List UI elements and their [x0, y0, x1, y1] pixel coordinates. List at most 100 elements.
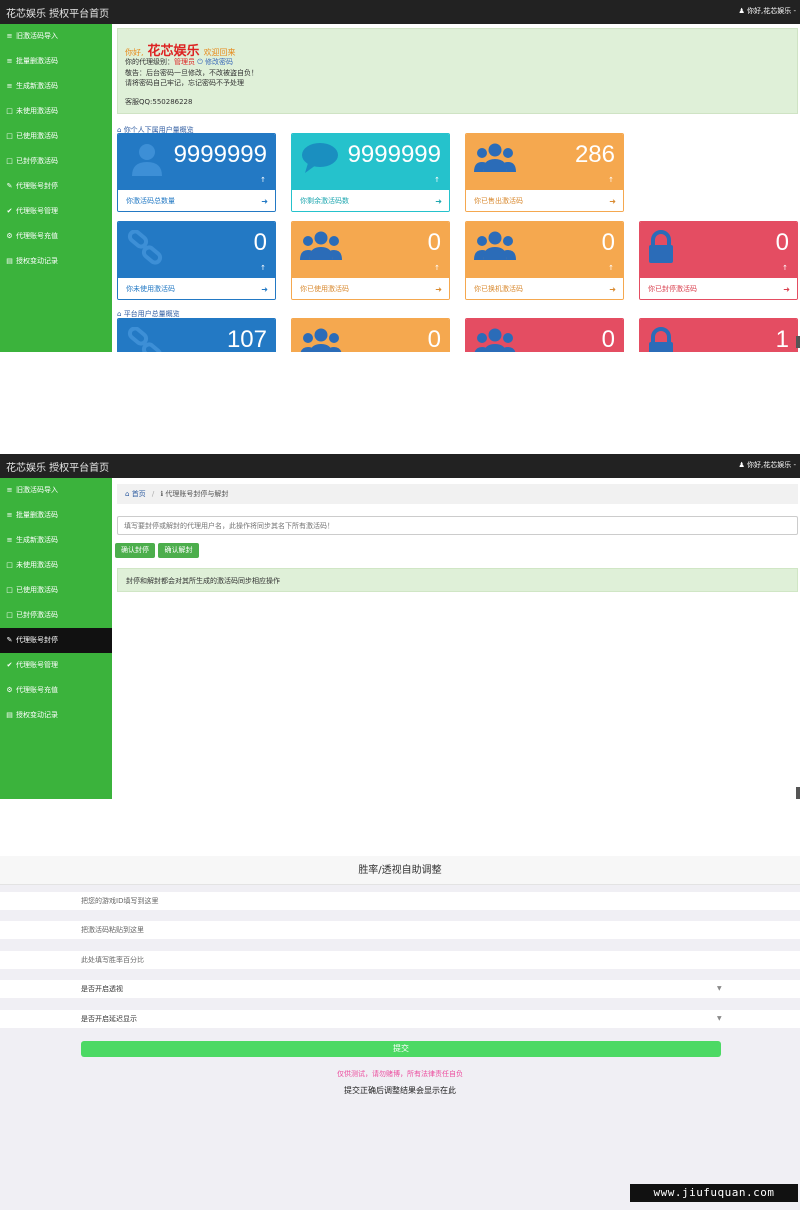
stat-value: 286 [574, 141, 615, 168]
scrollbar-thumb[interactable] [796, 787, 800, 799]
arrow-up-icon: ↑ [434, 264, 440, 272]
vision-select[interactable]: 是否开启透视 ▼ [0, 980, 800, 998]
list-icon: ≡ [6, 32, 13, 40]
list-icon: ≡ [6, 536, 13, 544]
user-menu[interactable]: ♟ 你好,花芯娱乐 - [739, 6, 797, 16]
sidebar-item[interactable]: ✎ 代理账号封停 [0, 174, 112, 199]
file-icon: □ [6, 107, 13, 115]
stat-tile-footer-link[interactable]: 你已使用激活码 ➜ [292, 278, 449, 299]
level-line: 你的代理级别：管理员 ⏻ 修改密码 [125, 58, 234, 66]
stat-label: 你激活码总数量 [126, 197, 175, 205]
stat-tile-footer-link[interactable]: 你已换机激活码 ➜ [466, 278, 623, 299]
lock-icon [648, 230, 674, 268]
confirm-ban-button[interactable]: 确认封停 [115, 543, 155, 558]
circle-arrow-right-icon: ➜ [261, 285, 268, 294]
sidebar-item[interactable]: ≡ 批量删激活码 [0, 503, 112, 528]
sidebar-item-label: 代理账号管理 [16, 661, 58, 669]
activation-code-input[interactable]: 把激活码粘贴到这里 [0, 921, 800, 939]
stat-tile-footer-link[interactable]: 你已售出激活码 ➜ [466, 190, 623, 211]
stat-tile-footer-link[interactable]: 你未使用激活码 ➜ [118, 278, 275, 299]
arrow-up-icon: ↑ [608, 176, 614, 184]
user-menu[interactable]: ♟ 你好,花芯娱乐 - [739, 460, 797, 470]
sidebar-item[interactable]: ✔ 代理账号管理 [0, 199, 112, 224]
comment-icon [300, 142, 340, 178]
sidebar-item[interactable]: ≡ 批量删激活码 [0, 49, 112, 74]
info-icon: ℹ [160, 490, 164, 498]
change-password-link[interactable]: ⏻ 修改密码 [197, 58, 233, 66]
home-icon: ⌂ [125, 490, 130, 498]
sidebar-item-label: 代理账号封停 [16, 636, 58, 644]
arrow-up-icon: ↑ [608, 264, 614, 272]
users-icon [300, 230, 342, 270]
sidebar-item[interactable]: ▤ 授权变动记录 [0, 703, 112, 728]
stat-tile-footer-link[interactable]: 你激活码总数量 ➜ [118, 190, 275, 211]
list-icon: ≡ [6, 82, 13, 90]
sidebar-item-label: 代理账号充值 [16, 686, 58, 694]
scrollbar-thumb[interactable] [796, 336, 800, 348]
stat-tile-footer-link[interactable]: 你剩余激活码数 ➜ [292, 190, 449, 211]
sidebar-item[interactable]: ▤ 授权变动记录 [0, 249, 112, 274]
sidebar-item[interactable]: □ 未使用激活码 [0, 99, 112, 124]
stat-value: 0 [601, 229, 615, 256]
sidebar-item-label: 未使用激活码 [16, 561, 58, 569]
submit-button[interactable]: 提交 [81, 1041, 721, 1057]
link-icon [126, 326, 166, 352]
confirm-unban-button[interactable]: 确认解封 [158, 543, 199, 558]
stat-tile: 9999999 ↑ 你激活码总数量 ➜ [117, 133, 276, 212]
check-icon: ✔ [6, 207, 13, 215]
person-icon [126, 142, 168, 182]
adjust-screen: 胜率/透视自助调整 把您的游戏ID填写到这里 把激活码粘贴到这里 此处填写胜率百… [0, 856, 800, 1210]
sidebar-item[interactable]: □ 已使用激活码 [0, 124, 112, 149]
stat-tile: 0 [291, 318, 450, 352]
sidebar-item[interactable]: ≡ 生成新激活码 [0, 528, 112, 553]
warning-text: 仅供测试，请勿赌博，所有法律责任自负 [337, 1070, 463, 1078]
list-icon: ≡ [6, 57, 13, 65]
stat-label: 你已使用激活码 [300, 285, 349, 293]
users-icon [474, 230, 516, 270]
dashboard-screen: 花芯娱乐 授权平台首页 ♟ 你好,花芯娱乐 - ≡ 旧激活码导入 ≡ 批量删激活码 ≡ 生… [0, 0, 800, 352]
stat-tile-footer-link[interactable]: 你已封停激活码 ➜ [640, 278, 797, 299]
top-navbar: 花芯娱乐 授权平台首页 ♟ 你好,花芯娱乐 - [0, 0, 800, 24]
sidebar-item-label: 生成新激活码 [16, 82, 58, 90]
watermark: www.jiufuquan.com [630, 1184, 798, 1202]
sidebar: ≡ 旧激活码导入 ≡ 批量删激活码 ≡ 生成新激活码 □ 未使用激活码 □ 已使用激活码 □ 已封停激… [0, 478, 112, 799]
stat-tile: 0 ↑ 你已换机激活码 ➜ [465, 221, 624, 300]
sidebar-item[interactable]: ≡ 旧激活码导入 [0, 24, 112, 49]
notice-line-1: 敬告：后台密码一旦修改，不改被盗自负！ [125, 69, 258, 77]
winrate-input[interactable]: 此处填写胜率百分比 [0, 951, 800, 969]
sidebar-item[interactable]: ✎ 代理账号封停 [0, 628, 112, 653]
sidebar-item[interactable]: ⚙ 代理账号充值 [0, 678, 112, 703]
brand-title[interactable]: 花芯娱乐 授权平台首页 [6, 5, 109, 20]
sidebar-item[interactable]: □ 已封停激活码 [0, 149, 112, 174]
sidebar-item-label: 批量删激活码 [16, 57, 58, 65]
arrow-up-icon: ↑ [434, 176, 440, 184]
stat-tile: 107 [117, 318, 276, 352]
sidebar-item[interactable]: ≡ 生成新激活码 [0, 74, 112, 99]
stat-value: 9999999 [347, 141, 441, 168]
stat-tile: 0 ↑ 你已封停激活码 ➜ [639, 221, 798, 300]
stat-value: 0 [253, 229, 267, 256]
sidebar-item[interactable]: ✔ 代理账号管理 [0, 653, 112, 678]
sidebar-item[interactable]: □ 已使用激活码 [0, 578, 112, 603]
sidebar-item-label: 已封停激活码 [16, 157, 58, 165]
sidebar-item[interactable]: ≡ 旧激活码导入 [0, 478, 112, 503]
sidebar-item-label: 代理账号管理 [16, 207, 58, 215]
chevron-down-icon: ▼ [717, 1015, 722, 1022]
stat-tile: 286 ↑ 你已售出激活码 ➜ [465, 133, 624, 212]
sidebar-item-label: 已使用激活码 [16, 132, 58, 140]
sidebar-item[interactable]: □ 未使用激活码 [0, 553, 112, 578]
sidebar-item[interactable]: □ 已封停激活码 [0, 603, 112, 628]
brand-title[interactable]: 花芯娱乐 授权平台首页 [6, 459, 109, 474]
users-icon [300, 327, 342, 352]
sidebar-item-label: 未使用激活码 [16, 107, 58, 115]
delay-select[interactable]: 是否开启延迟显示 ▼ [0, 1010, 800, 1028]
stat-tile: 1 [639, 318, 798, 352]
agent-username-input[interactable] [117, 516, 798, 535]
gear-icon: ⚙ [6, 232, 13, 240]
circle-arrow-right-icon: ➜ [609, 285, 616, 294]
circle-arrow-right-icon: ➜ [435, 197, 442, 206]
game-id-input[interactable]: 把您的游戏ID填写到这里 [0, 892, 800, 910]
breadcrumb-home[interactable]: ⌂ 首页 [125, 490, 146, 498]
file-icon: □ [6, 561, 13, 569]
sidebar-item[interactable]: ⚙ 代理账号充值 [0, 224, 112, 249]
